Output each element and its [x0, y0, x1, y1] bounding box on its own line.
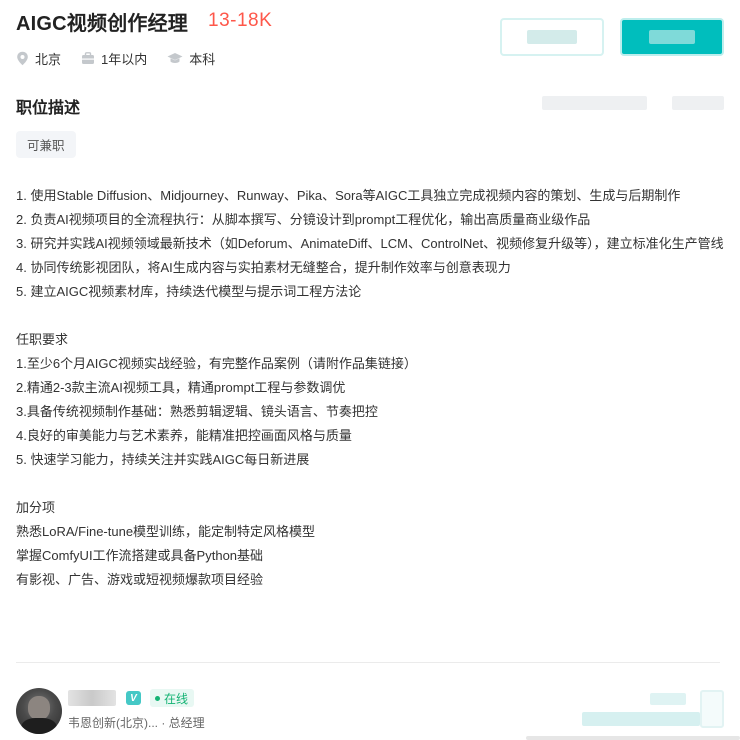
bonus-item: 有影视、广告、游戏或短视频爆款项目经验: [16, 572, 264, 587]
online-status-text: 在线: [164, 691, 189, 706]
requirement-item: 5. 快速学习能力，持续关注并实践AIGC每日新进展: [16, 452, 310, 467]
meta-experience: 1年以内: [81, 49, 147, 68]
blurred-info: [582, 712, 700, 726]
blurred-info: [542, 96, 647, 110]
requirements-title: 任职要求: [16, 332, 69, 347]
meta-city: 北京: [16, 49, 61, 68]
bonus-title: 加分项: [16, 500, 56, 515]
bonus-item: 熟悉LoRA/Fine-tune模型训练，能定制特定风格模型: [16, 524, 316, 539]
education-text: 本科: [189, 52, 216, 67]
section-title: 职位描述: [16, 100, 81, 117]
online-dot-icon: [155, 695, 160, 701]
horizontal-scrollbar[interactable]: [526, 736, 740, 740]
requirement-item: 2.精通2-3款主流AI视频工具，精通prompt工程与参数调优: [16, 380, 346, 395]
secondary-action-button[interactable]: [500, 18, 604, 56]
recruiter-avatar[interactable]: [16, 688, 62, 734]
verified-badge: V: [126, 691, 141, 705]
duty-item: 5. 建立AIGC视频素材库，持续迭代模型与提示词工程方法论: [16, 284, 362, 299]
blurred-action[interactable]: [700, 690, 724, 728]
duty-item: 3. 研究并实践AI视频领域最新技术（如Deforum、AnimateDiff、…: [16, 236, 724, 251]
duty-item: 2. 负责AI视频项目的全流程执行：从脚本撰写、分镜设计到prompt工程优化，…: [16, 212, 591, 227]
graduation-cap-icon: [167, 53, 183, 63]
requirement-item: 1.至少6个月AIGC视频实战经验，有完整作品案例（请附作品集链接）: [16, 356, 417, 371]
recruiter-name-blurred: [68, 690, 116, 706]
blurred-info: [672, 96, 724, 110]
blurred-button-label: [649, 30, 695, 44]
experience-text: 1年以内: [101, 52, 148, 67]
recruiter-company: 韦恩创新(北京)... · 总经理: [68, 716, 205, 730]
bonus-item: 掌握ComfyUI工作流搭建或具备Python基础: [16, 548, 264, 563]
job-meta: 北京 1年以内 本科: [16, 49, 235, 68]
section-divider: [16, 662, 720, 663]
city-text: 北京: [35, 52, 62, 67]
requirement-item: 4.良好的审美能力与艺术素养，能精准把控画面风格与质量: [16, 428, 352, 443]
blurred-button-label: [527, 30, 577, 44]
location-icon: [17, 51, 28, 66]
requirement-item: 3.具备传统视频制作基础：熟悉剪辑逻辑、镜头语言、节奏把控: [16, 404, 378, 419]
briefcase-icon: [82, 52, 95, 64]
primary-action-button[interactable]: [620, 18, 724, 56]
avatar-face: [28, 696, 50, 720]
blurred-info: [650, 693, 686, 705]
salary: 13-18K: [208, 10, 273, 31]
job-description: 1. 使用Stable Diffusion、Midjourney、Runway、…: [16, 184, 724, 592]
meta-education: 本科: [167, 49, 215, 68]
duty-item: 1. 使用Stable Diffusion、Midjourney、Runway、…: [16, 188, 681, 203]
job-header: AIGC视频创作经理 13-18K: [16, 6, 272, 36]
job-title: AIGC视频创作经理: [16, 12, 188, 35]
duty-item: 4. 协同传统影视团队，将AI生成内容与实拍素材无缝整合，提升制作效率与创意表现…: [16, 260, 511, 275]
online-status-badge: 在线: [150, 689, 195, 707]
part-time-tag: 可兼职: [16, 131, 76, 158]
avatar-body: [21, 718, 57, 734]
